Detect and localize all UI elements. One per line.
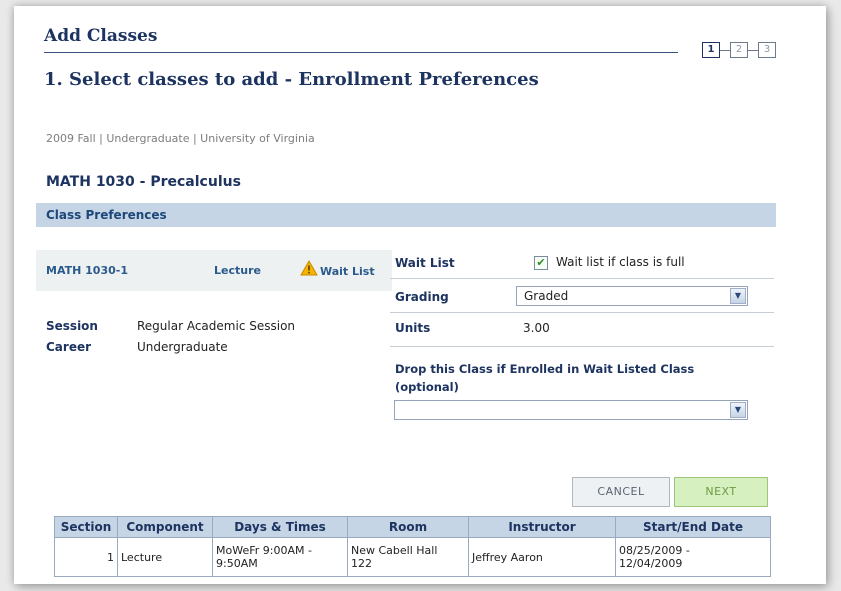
row-divider bbox=[390, 346, 774, 347]
page-sheet: Add Classes 1 2 3 1. Select classes to a… bbox=[14, 6, 826, 584]
page-title: Add Classes bbox=[44, 26, 158, 46]
cell-days-times: MoWeFr 9:00AM - 9:50AM bbox=[212, 537, 348, 577]
table-header-row: Section Component Days & Times Room Inst… bbox=[54, 516, 771, 538]
row-divider bbox=[390, 278, 774, 279]
step-3: 3 bbox=[758, 42, 776, 58]
column-header-section: Section bbox=[54, 516, 118, 538]
cell-instructor: Jeffrey Aaron bbox=[468, 537, 616, 577]
column-header-component: Component bbox=[117, 516, 213, 538]
next-button[interactable]: NEXT bbox=[674, 477, 768, 507]
drop-class-label: Drop this Class if Enrolled in Wait List… bbox=[395, 362, 695, 376]
cell-dates: 08/25/2009 - 12/04/2009 bbox=[615, 537, 771, 577]
wait-list-label: Wait List bbox=[395, 256, 455, 270]
row-divider bbox=[390, 312, 774, 313]
step-2: 2 bbox=[730, 42, 748, 58]
grading-select[interactable]: Graded ▼ bbox=[516, 286, 748, 306]
grading-value: Graded bbox=[524, 289, 569, 303]
days-times-line2: 9:50AM bbox=[216, 557, 258, 570]
cell-component: Lecture bbox=[117, 537, 213, 577]
units-value: 3.00 bbox=[523, 321, 550, 335]
table-row: 1 Lecture MoWeFr 9:00AM - 9:50AM New Cab… bbox=[54, 537, 771, 577]
cell-room: New Cabell Hall 122 bbox=[347, 537, 469, 577]
chevron-down-icon[interactable]: ▼ bbox=[730, 288, 746, 304]
wait-list-checkbox[interactable]: ✔ bbox=[534, 256, 548, 270]
cell-section: 1 bbox=[54, 537, 118, 577]
drop-class-label-optional: (optional) bbox=[395, 380, 459, 394]
step-1: 1 bbox=[702, 42, 720, 58]
start-date: 08/25/2009 - bbox=[619, 544, 690, 557]
term-info: 2009 Fall | Undergraduate | University o… bbox=[46, 132, 315, 145]
class-sections-table: Section Component Days & Times Room Inst… bbox=[54, 516, 771, 577]
page-subtitle: 1. Select classes to add - Enrollment Pr… bbox=[44, 69, 539, 90]
column-header-dates: Start/End Date bbox=[615, 516, 771, 538]
room-line1: New Cabell Hall bbox=[351, 544, 438, 557]
wait-list-status-link[interactable]: Wait List bbox=[320, 265, 375, 278]
column-header-instructor: Instructor bbox=[468, 516, 616, 538]
units-label: Units bbox=[395, 321, 431, 335]
drop-class-select[interactable]: ▼ bbox=[394, 400, 748, 420]
section-component: Lecture bbox=[214, 264, 261, 277]
chevron-down-icon[interactable]: ▼ bbox=[730, 402, 746, 418]
days-times-line1: MoWeFr 9:00AM - bbox=[216, 544, 312, 557]
grading-label: Grading bbox=[395, 290, 449, 304]
column-header-room: Room bbox=[347, 516, 469, 538]
wait-list-checkbox-label: Wait list if class is full bbox=[556, 255, 685, 269]
title-divider bbox=[44, 52, 678, 53]
session-value: Regular Academic Session bbox=[137, 319, 296, 333]
end-date: 12/04/2009 bbox=[619, 557, 683, 570]
class-preferences-label: Class Preferences bbox=[46, 208, 167, 222]
warning-triangle-icon bbox=[300, 259, 318, 280]
course-title: MATH 1030 - Precalculus bbox=[46, 174, 241, 190]
step-indicator: 1 2 3 bbox=[702, 42, 776, 58]
career-label: Career bbox=[46, 340, 92, 354]
step-connector bbox=[720, 49, 730, 51]
session-label: Session bbox=[46, 319, 98, 333]
cancel-button[interactable]: CANCEL bbox=[572, 477, 670, 507]
room-line2: 122 bbox=[351, 557, 372, 570]
step-connector bbox=[748, 49, 758, 51]
career-value: Undergraduate bbox=[137, 340, 228, 354]
section-id: MATH 1030-1 bbox=[46, 264, 128, 277]
column-header-days-times: Days & Times bbox=[212, 516, 348, 538]
checkmark-icon: ✔ bbox=[536, 256, 546, 269]
